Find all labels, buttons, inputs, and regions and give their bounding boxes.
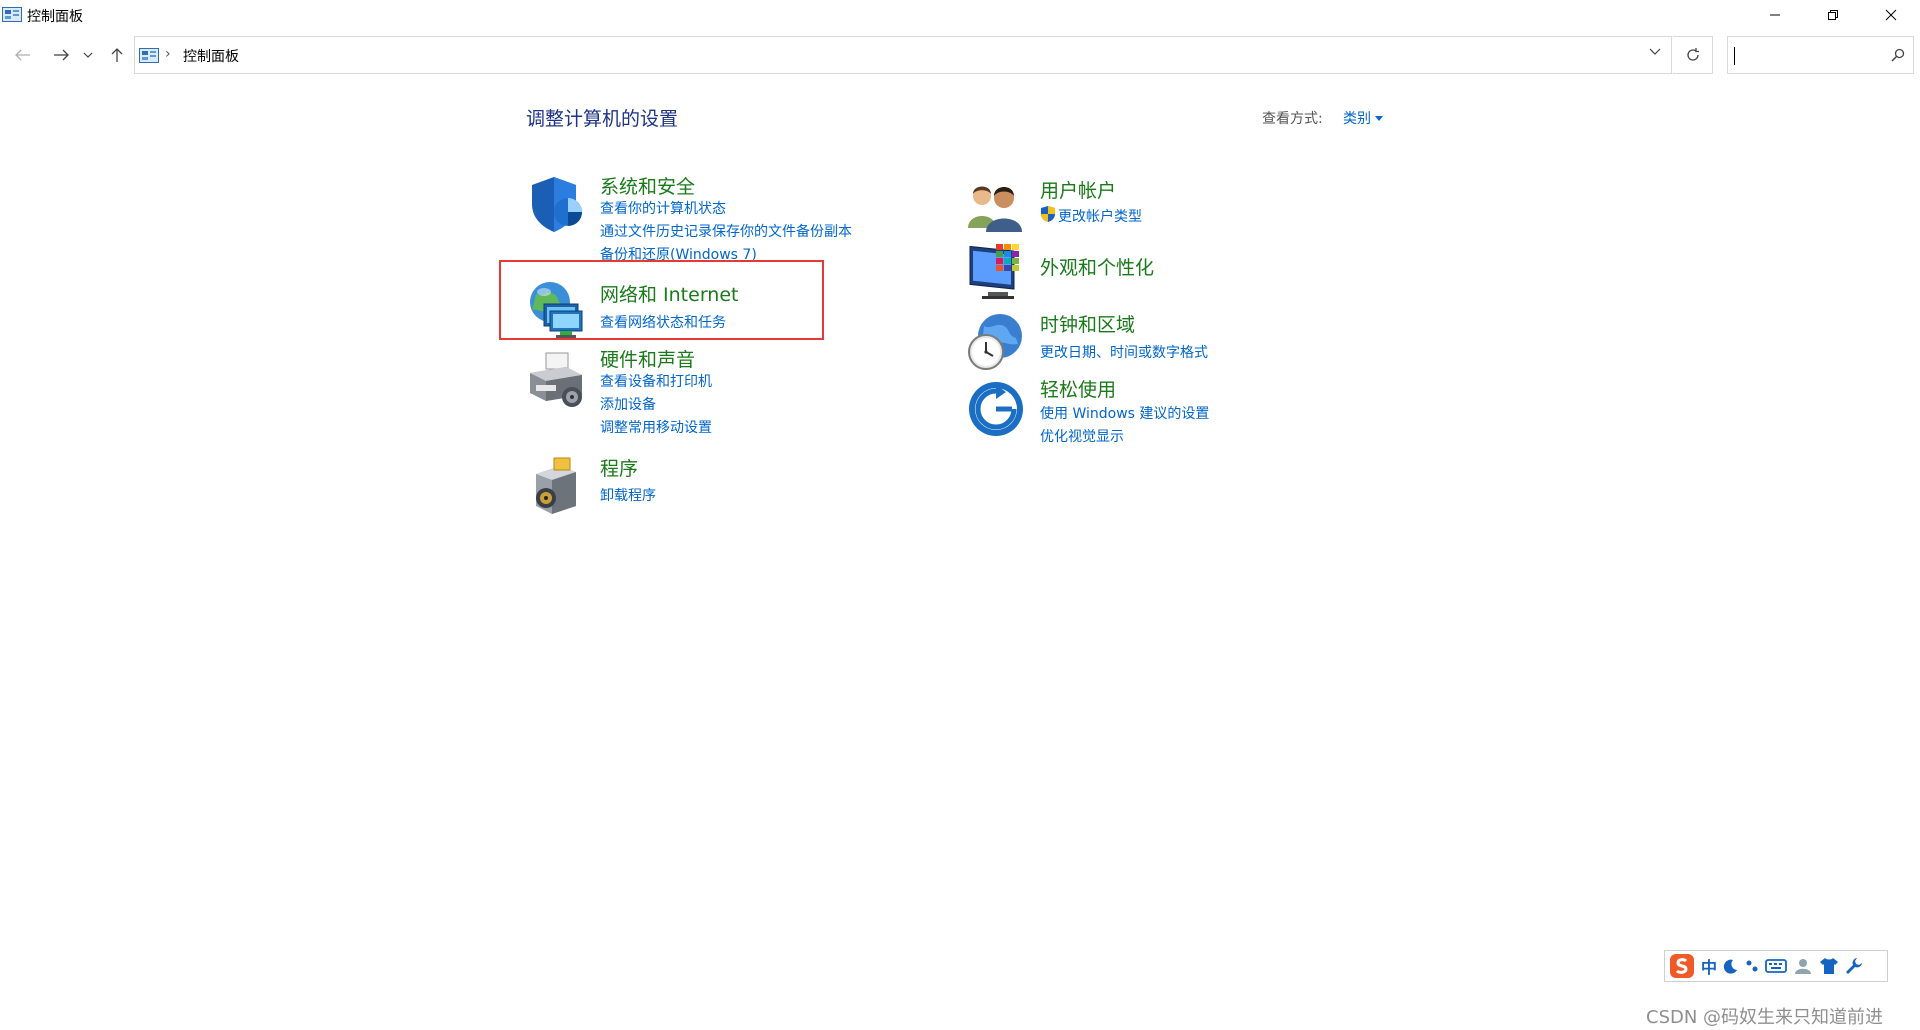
up-button[interactable] — [104, 42, 130, 68]
moon-icon[interactable] — [1723, 958, 1739, 974]
highlight-annotation-box — [499, 260, 824, 340]
minimize-button[interactable] — [1746, 0, 1804, 30]
wrench-icon[interactable] — [1845, 957, 1863, 975]
user-skin-icon[interactable] — [1793, 957, 1813, 975]
link-devices-printers[interactable]: 查看设备和打印机 — [600, 371, 712, 391]
link-uninstall-program[interactable]: 卸载程序 — [600, 485, 656, 505]
category-title-clock-region[interactable]: 时钟和区域 — [1040, 310, 1135, 337]
category-appearance: 外观和个性化 — [966, 242, 1266, 302]
category-system-security: 系统和安全 查看你的计算机状态 通过文件历史记录保存你的文件备份副本 备份和还原… — [526, 172, 926, 263]
link-optimize-visual-display[interactable]: 优化视觉显示 — [1040, 426, 1124, 446]
search-icon[interactable] — [1891, 48, 1905, 62]
printer-icon — [530, 352, 582, 407]
punctuation-icon[interactable] — [1745, 958, 1759, 974]
recent-locations-button[interactable] — [80, 42, 96, 68]
breadcrumb-separator-icon[interactable]: › — [165, 46, 171, 62]
ime-toolbar[interactable]: 中 — [1664, 950, 1888, 982]
caret-down-icon — [1375, 115, 1383, 121]
watermark-text: CSDN @码奴生来只知道前进 — [1646, 1007, 1884, 1028]
uac-shield-icon — [1041, 206, 1055, 222]
monitor-palette-icon — [969, 244, 1019, 299]
view-by-label: 查看方式: — [1262, 111, 1323, 127]
restore-button[interactable] — [1804, 0, 1862, 30]
keyboard-icon[interactable] — [1765, 958, 1787, 974]
category-programs: 程序 卸载程序 — [526, 454, 826, 514]
link-view-computer-status[interactable]: 查看你的计算机状态 — [600, 198, 726, 218]
window-title: 控制面板 — [27, 9, 83, 25]
arrow-left-icon — [15, 49, 30, 61]
chevron-down-icon[interactable] — [1649, 48, 1661, 56]
close-icon — [1885, 9, 1897, 21]
shield-icon — [532, 177, 582, 232]
ease-of-access-icon — [969, 382, 1023, 436]
link-file-history[interactable]: 通过文件历史记录保存你的文件备份副本 — [600, 221, 852, 241]
category-clock-region: 时钟和区域 更改日期、时间或数字格式 — [966, 310, 1286, 375]
users-icon — [968, 186, 1022, 232]
arrow-up-icon — [111, 48, 123, 62]
clock-globe-icon — [968, 314, 1022, 370]
refresh-button[interactable] — [1673, 36, 1713, 74]
close-button[interactable] — [1862, 0, 1920, 30]
category-ease-of-access: 轻松使用 使用 Windows 建议的设置 优化视觉显示 — [966, 375, 1286, 445]
view-by-value[interactable]: 类别 — [1343, 108, 1371, 128]
chevron-down-icon — [83, 52, 93, 58]
page-title: 调整计算机的设置 — [526, 108, 679, 130]
restore-icon — [1828, 10, 1838, 20]
title-bar: 控制面板 — [0, 0, 1920, 30]
control-panel-icon — [2, 7, 22, 22]
view-by-dropdown[interactable]: 类别 — [1343, 108, 1383, 128]
breadcrumb-control-panel[interactable]: 控制面板 — [183, 46, 239, 66]
refresh-icon — [1686, 48, 1699, 61]
link-change-date-time-format[interactable]: 更改日期、时间或数字格式 — [1040, 342, 1208, 362]
address-bar[interactable]: › 控制面板 — [134, 36, 1672, 74]
control-panel-icon — [139, 48, 159, 63]
forward-button[interactable] — [48, 42, 74, 68]
navigation-bar: › 控制面板 — [0, 36, 1920, 74]
link-change-account-type[interactable]: 更改帐户类型 — [1058, 206, 1142, 226]
link-windows-suggested-settings[interactable]: 使用 Windows 建议的设置 — [1040, 403, 1209, 423]
sogou-logo-icon[interactable] — [1669, 953, 1695, 979]
back-button[interactable] — [10, 42, 36, 68]
category-title-ease-of-access[interactable]: 轻松使用 — [1040, 375, 1116, 402]
category-user-accounts: 用户帐户 更改帐户类型 — [966, 176, 1266, 236]
programs-box-icon — [536, 457, 576, 514]
category-title-programs[interactable]: 程序 — [600, 454, 638, 481]
search-input[interactable] — [1732, 41, 1882, 69]
link-add-device[interactable]: 添加设备 — [600, 394, 656, 414]
category-title-hardware-sound[interactable]: 硬件和声音 — [600, 345, 695, 372]
category-title-appearance[interactable]: 外观和个性化 — [1040, 253, 1154, 280]
ime-mode-chinese[interactable]: 中 — [1701, 954, 1717, 978]
category-hardware-sound: 硬件和声音 查看设备和打印机 添加设备 调整常用移动设置 — [526, 345, 826, 437]
arrow-right-icon — [54, 49, 69, 61]
shirt-icon[interactable] — [1819, 957, 1839, 975]
search-box[interactable] — [1727, 36, 1914, 74]
link-mobility-settings[interactable]: 调整常用移动设置 — [600, 417, 712, 437]
category-title-system-security[interactable]: 系统和安全 — [600, 172, 695, 199]
category-title-user-accounts[interactable]: 用户帐户 — [1040, 176, 1116, 203]
minimize-icon — [1770, 14, 1780, 16]
